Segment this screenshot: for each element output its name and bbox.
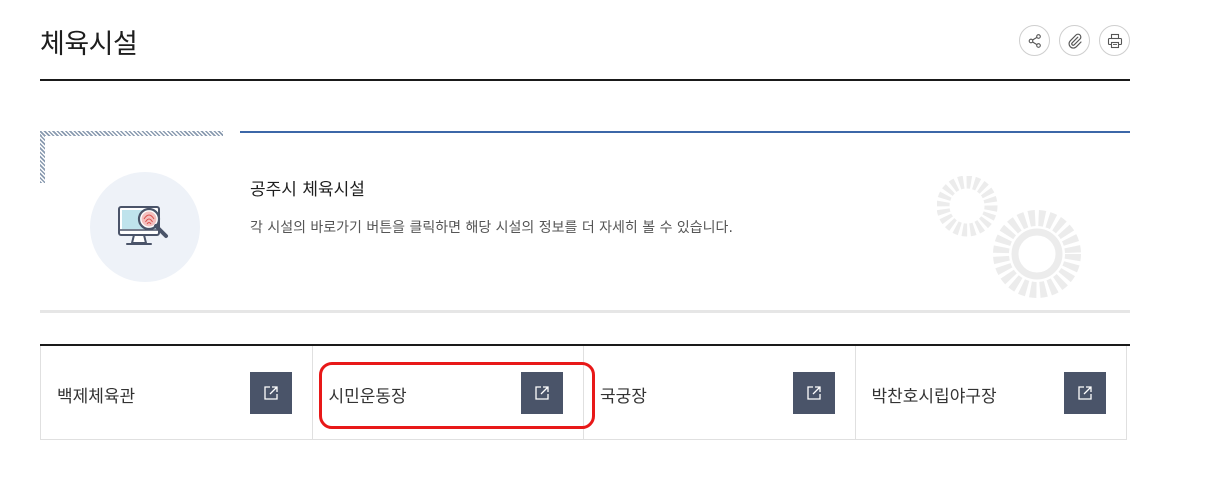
print-icon (1107, 33, 1122, 48)
page-title: 체육시설 (40, 29, 138, 60)
intro-box: 공주시 체육시설 각 시설의 바로가기 버튼을 클릭하면 해당 시설의 정보를 … (40, 131, 1130, 316)
title-divider (40, 79, 1130, 81)
hatch-decoration (40, 131, 223, 136)
facility-item: 시민운동장 (313, 346, 584, 439)
facility-link-button[interactable] (792, 372, 835, 414)
facility-link-button[interactable] (249, 372, 292, 414)
facility-item: 국궁장 (584, 346, 856, 439)
external-link-icon (1078, 386, 1092, 400)
facility-name: 시민운동장 (328, 387, 407, 407)
external-link-icon (806, 386, 821, 400)
facility-item: 백제체육관 (41, 346, 313, 439)
hatch-decoration-vertical (40, 131, 45, 183)
facility-item: 박찬호시립야구장 (856, 346, 1127, 439)
print-button[interactable] (1099, 25, 1130, 56)
external-link-icon (263, 386, 278, 400)
intro-bottom-divider (40, 310, 1130, 313)
external-link-icon (535, 386, 549, 400)
share-button[interactable] (1019, 25, 1050, 56)
facility-name: 국궁장 (600, 387, 647, 407)
facility-name: 박찬호시립야구장 (871, 387, 997, 407)
intro-top-border (240, 131, 1130, 133)
gear-decoration-icon (937, 176, 1081, 298)
share-icon (1028, 33, 1041, 48)
facility-list: 백제체육관 시민운동장 국궁장 박찬호시립야구장 (40, 346, 1127, 440)
facility-link-button[interactable] (521, 372, 563, 414)
intro-icon-circle (90, 172, 200, 282)
facility-link-button[interactable] (1064, 372, 1106, 414)
magnifier-monitor-icon (118, 206, 168, 245)
facility-name: 백제체육관 (57, 387, 136, 407)
title-tools (1019, 25, 1130, 56)
intro-description: 각 시설의 바로가기 버튼을 클릭하면 해당 시설의 정보를 더 자세히 볼 수… (250, 220, 733, 236)
intro-title: 공주시 체육시설 (250, 180, 365, 200)
attach-button[interactable] (1059, 25, 1090, 56)
paperclip-icon (1067, 33, 1082, 49)
